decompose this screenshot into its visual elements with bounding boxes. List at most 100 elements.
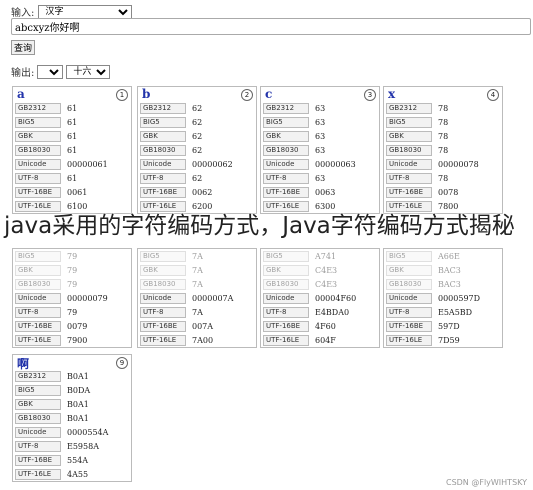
encoding-value: 6100 <box>67 201 88 211</box>
encoding-value: 78 <box>438 131 449 141</box>
encoding-name: GB2312 <box>15 370 61 382</box>
encoding-row: UTF-16BE 0061 <box>13 185 131 199</box>
encoding-row: GB18030 C4E3 <box>261 277 379 291</box>
encoding-name: UTF-16LE <box>140 334 186 346</box>
encoding-row: GBK 7A <box>138 263 256 277</box>
encoding-name: Unicode <box>263 158 309 170</box>
encoding-card: c 3 GB2312 63 BIG5 63 GBK 63 GB18030 63 Unicode 000… <box>260 86 380 214</box>
encoding-row: BIG5 61 <box>13 115 131 129</box>
encoding-name: BIG5 <box>140 116 186 128</box>
encoding-value: E4BDA0 <box>315 307 350 317</box>
encoding-value: 61 <box>67 131 78 141</box>
encoding-value: 7900 <box>67 335 88 345</box>
encoding-value: 604F <box>315 335 336 345</box>
encoding-row: UTF-16BE 0063 <box>261 185 379 199</box>
card-index-badge: 3 <box>364 89 376 101</box>
encoding-row: UTF-16BE 4F60 <box>261 319 379 333</box>
encoding-row: UTF-8 E5958A <box>13 439 131 453</box>
encoding-row: BIG5 63 <box>261 115 379 129</box>
encoding-name: GB2312 <box>140 102 186 114</box>
encoding-name: GBK <box>386 130 432 142</box>
encoding-value: 4F60 <box>315 321 336 331</box>
encoding-name: GBK <box>263 264 309 276</box>
encoding-value: 7A <box>192 279 203 289</box>
encoding-name: BIG5 <box>15 116 61 128</box>
encoding-name: GB18030 <box>15 144 61 156</box>
encoding-value: 78 <box>438 103 449 113</box>
encoding-name: UTF-8 <box>140 306 186 318</box>
query-button[interactable]: 查询 <box>11 40 35 55</box>
encoding-row: BIG5 62 <box>138 115 256 129</box>
encoding-name: UTF-16LE <box>140 200 186 212</box>
card-header: b2 <box>138 87 256 101</box>
encoding-value: 4A55 <box>67 469 89 479</box>
encoding-value: B0A1 <box>67 399 89 409</box>
encoding-card: BIG5 7A GBK 7A GB18030 7A Unicode 0000007A UTF-8… <box>137 248 257 348</box>
input-label: 输入: <box>11 8 35 19</box>
encoding-name: UTF-16BE <box>15 186 61 198</box>
encoding-name: UTF-8 <box>15 440 61 452</box>
encoding-row: BIG5 79 <box>13 249 131 263</box>
encoding-card: BIG5 A66E GBK BAC3 GB18030 BAC3 Unicode 0000597… <box>383 248 503 348</box>
encoding-value: 79 <box>67 251 78 261</box>
card-header: c3 <box>261 87 379 101</box>
encoding-name: BIG5 <box>263 116 309 128</box>
watermark: CSDN @FlyWIHTSKY <box>445 478 527 487</box>
text-input[interactable] <box>11 18 531 35</box>
encoding-value: A66E <box>438 251 460 261</box>
encoding-value: 007A <box>192 321 214 331</box>
encoding-row: Unicode 00000078 <box>384 157 502 171</box>
encoding-name: BIG5 <box>140 250 186 262</box>
encoding-row: UTF-16BE 597D <box>384 319 502 333</box>
encoding-row: GB2312 63 <box>261 101 379 115</box>
encoding-row: GB2312 78 <box>384 101 502 115</box>
encoding-name: UTF-16LE <box>386 334 432 346</box>
encoding-value: 7A <box>192 265 203 275</box>
encoding-value: 63 <box>315 131 326 141</box>
card-header: 啊9 <box>13 355 131 371</box>
encoding-row: UTF-16LE 4A55 <box>13 467 131 481</box>
encoding-row: Unicode 00000063 <box>261 157 379 171</box>
output-radix-select[interactable]: 十六进制 <box>66 64 111 79</box>
encoding-value: B0A1 <box>67 413 89 423</box>
encoding-row: UTF-16BE 0062 <box>138 185 256 199</box>
encoding-value: BAC3 <box>438 279 461 289</box>
encoding-value: 0061 <box>67 187 88 197</box>
encoding-name: BIG5 <box>386 250 432 262</box>
encoding-value: E5A5BD <box>438 307 473 317</box>
encoding-name: UTF-16LE <box>263 334 309 346</box>
encoding-row: GB2312 61 <box>13 101 131 115</box>
encoding-name: Unicode <box>386 292 432 304</box>
card-character: c <box>265 87 273 101</box>
encoding-value: C4E3 <box>315 265 338 275</box>
encoding-row: GBK 78 <box>384 129 502 143</box>
encoding-value: BAC3 <box>438 265 461 275</box>
encoding-name: GB2312 <box>263 102 309 114</box>
encoding-row: GB18030 62 <box>138 143 256 157</box>
encoding-value: B0A1 <box>67 371 89 381</box>
encoding-row: Unicode 00000061 <box>13 157 131 171</box>
encoding-value: 79 <box>67 307 78 317</box>
encoding-row: UTF-16LE 6300 <box>261 199 379 213</box>
encoding-name: UTF-8 <box>263 306 309 318</box>
encoding-row: GB18030 B0A1 <box>13 411 131 425</box>
encoding-name: UTF-16BE <box>140 320 186 332</box>
encoding-row: GB18030 78 <box>384 143 502 157</box>
encoding-name: UTF-16BE <box>386 186 432 198</box>
output-mode-select[interactable]: 单字 <box>37 64 64 79</box>
output-label: 输出: <box>11 68 35 79</box>
encoding-value: C4E3 <box>315 279 338 289</box>
input-encoding-select[interactable]: 汉字 <box>38 4 133 19</box>
encoding-name: Unicode <box>15 158 61 170</box>
encoding-row: UTF-16LE 7800 <box>384 199 502 213</box>
encoding-row: GB2312 62 <box>138 101 256 115</box>
encoding-name: UTF-8 <box>140 172 186 184</box>
encoding-name: BIG5 <box>15 384 61 396</box>
encoding-row: GB18030 61 <box>13 143 131 157</box>
encoding-value: 7800 <box>438 201 459 211</box>
encoding-row: BIG5 A66E <box>384 249 502 263</box>
encoding-name: GB2312 <box>386 102 432 114</box>
encoding-row: GBK C4E3 <box>261 263 379 277</box>
encoding-row: Unicode 0000554A <box>13 425 131 439</box>
card-index-badge: 2 <box>241 89 253 101</box>
